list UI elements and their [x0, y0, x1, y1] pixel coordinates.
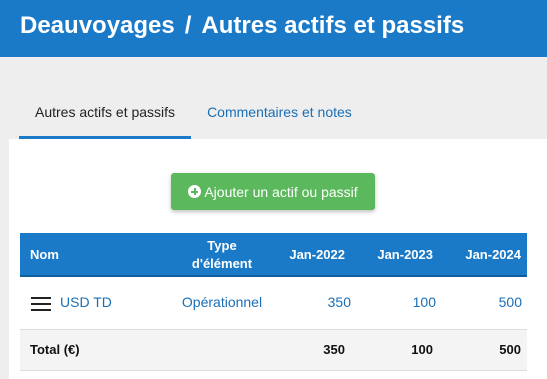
row-value-link[interactable]: 100 — [413, 294, 436, 310]
add-button-label: Ajouter un actif ou passif — [204, 183, 358, 200]
page-header: Deauvoyages / Autres actifs et passifs — [0, 0, 547, 57]
tab-autres-actifs-passifs[interactable]: Autres actifs et passifs — [19, 91, 192, 139]
total-label: Total (€) — [30, 342, 80, 357]
add-asset-liability-button[interactable]: Ajouter un actif ou passif — [171, 173, 375, 210]
column-header-year: Jan-2022 — [289, 247, 345, 262]
column-header-type: Type d'élément — [170, 237, 274, 273]
assets-liabilities-table: Nom Type d'élément Jan-2022 Jan-2023 Jan… — [20, 233, 527, 371]
column-header-year: Jan-2023 — [377, 247, 433, 262]
tab-commentaires-notes[interactable]: Commentaires et notes — [191, 91, 368, 136]
total-value: 100 — [411, 342, 433, 357]
breadcrumb-separator: / — [184, 12, 192, 39]
plus-circle-icon — [188, 185, 202, 198]
page-title: Autres actifs et passifs — [201, 12, 465, 39]
column-header-name: Nom — [30, 247, 59, 262]
row-value-link[interactable]: 350 — [328, 294, 351, 310]
company-name[interactable]: Deauvoyages — [20, 12, 175, 39]
column-header-year: Jan-2024 — [465, 247, 521, 262]
column-header-type-line2: d'élément — [191, 256, 253, 271]
row-type-link[interactable]: Opérationnel — [170, 294, 274, 310]
drag-handle-icon[interactable] — [31, 297, 51, 311]
tab-bar: Autres actifs et passifs Commentaires et… — [19, 91, 368, 139]
row-value-link[interactable]: 500 — [499, 294, 522, 310]
column-header-type-line1: Type — [207, 238, 237, 253]
table-total-row: Total (€) 350 100 500 — [20, 330, 527, 371]
row-name-link[interactable]: USD TD — [60, 294, 112, 310]
total-value: 500 — [499, 342, 521, 357]
table-header: Nom Type d'élément Jan-2022 Jan-2023 Jan… — [20, 233, 527, 277]
table-row: USD TD Opérationnel 350 100 500 — [20, 277, 527, 330]
total-value: 350 — [323, 342, 345, 357]
